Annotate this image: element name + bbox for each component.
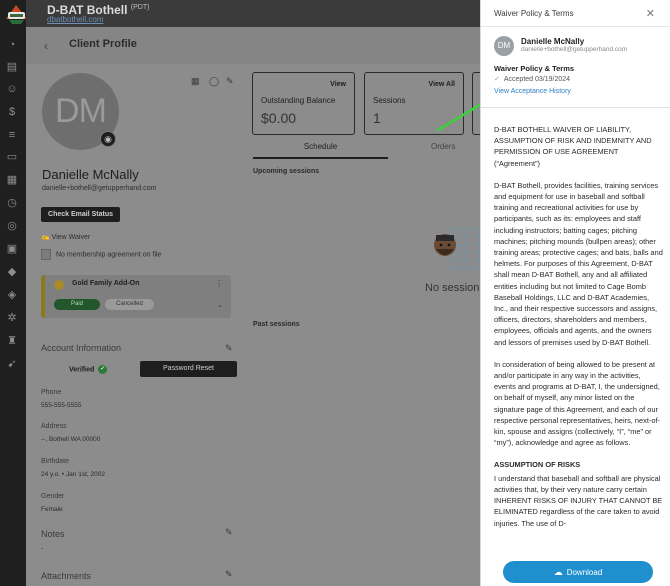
trophy-icon[interactable]: ♜ bbox=[5, 334, 19, 348]
sessions-title: Sessions bbox=[373, 96, 406, 105]
phone-value: 555-555-5555 bbox=[41, 402, 82, 409]
accepted-status: ✓ Accepted 03/19/2024 bbox=[494, 76, 571, 83]
calendar-icon[interactable]: ▦ bbox=[5, 173, 19, 187]
view-waiver-link[interactable]: ✍ View Waiver bbox=[41, 233, 90, 241]
client-name: Danielle McNally bbox=[42, 167, 139, 182]
drawer-header: Waiver Policy & Terms ✕ bbox=[481, 0, 670, 27]
qr-code-icon[interactable]: ▦ bbox=[191, 76, 200, 87]
notes-value: - bbox=[41, 545, 44, 552]
sessions-value: 1 bbox=[373, 110, 381, 126]
address-label: Address bbox=[41, 423, 67, 430]
camera-icon[interactable]: ◉ bbox=[100, 131, 116, 147]
edit-attachments-pencil-icon[interactable]: ✎ bbox=[225, 569, 233, 580]
tab-orders[interactable]: Orders bbox=[431, 140, 455, 154]
phone-label: Phone bbox=[41, 389, 62, 396]
outstanding-balance-card: View Outstanding Balance $0.00 bbox=[252, 72, 355, 135]
paid-badge: Paid bbox=[54, 299, 100, 310]
membership-name: Gold Family Add-On bbox=[72, 280, 140, 287]
gauge-icon[interactable]: ◷ bbox=[5, 196, 19, 210]
user-avatar: DM bbox=[494, 36, 514, 56]
divider bbox=[481, 107, 670, 108]
waiver-section-title: Waiver Policy & Terms bbox=[494, 64, 575, 73]
book-icon[interactable]: ▤ bbox=[5, 60, 19, 74]
account-information-heading: Account Information bbox=[41, 343, 122, 353]
client-email: danielle+bothell@getupperhand.com bbox=[42, 185, 157, 192]
birthdate-value: 24 y.o. • Jan 1st, 2002 bbox=[41, 471, 105, 478]
membership-note: No membership agreement on file bbox=[41, 249, 161, 260]
close-icon[interactable]: ✕ bbox=[646, 7, 655, 20]
password-reset-button[interactable]: Password Reset bbox=[140, 361, 237, 377]
cloud-download-icon: ☁ bbox=[553, 567, 563, 577]
tags-icon[interactable]: ◈ bbox=[5, 288, 19, 302]
chevron-down-icon[interactable]: ⌄ bbox=[217, 301, 223, 309]
view-acceptance-history-link[interactable]: View Acceptance History bbox=[494, 88, 571, 95]
membership-icon bbox=[54, 280, 64, 290]
check-circle-icon: ✓ bbox=[98, 365, 108, 374]
waiver-paragraph: In consideration of being allowed to be … bbox=[494, 359, 660, 448]
tag-icon[interactable]: ◆ bbox=[5, 265, 19, 279]
address-value: --, Bothell WA 00000 bbox=[41, 436, 101, 443]
people-icon[interactable]: ☺ bbox=[5, 82, 19, 96]
document-icon bbox=[41, 249, 51, 260]
drawer-footer: ☁ Download bbox=[481, 558, 670, 586]
rocket-icon[interactable]: ➹ bbox=[5, 357, 19, 371]
back-chevron-icon[interactable]: ‹ bbox=[44, 39, 48, 53]
chat-icon[interactable]: ▭ bbox=[5, 150, 19, 164]
coach-illustration bbox=[434, 228, 479, 270]
view-balance-link[interactable]: View bbox=[330, 81, 346, 88]
waiver-drawer: Waiver Policy & Terms ✕ DM Danielle McNa… bbox=[480, 0, 670, 586]
cancelled-badge: Cancelled bbox=[105, 299, 154, 310]
more-options-icon[interactable]: ⋮ bbox=[215, 279, 223, 288]
notes-heading: Notes bbox=[41, 529, 65, 539]
check-email-status-button[interactable]: Check Email Status bbox=[41, 207, 120, 222]
check-icon: ✓ bbox=[494, 76, 500, 83]
money-icon[interactable]: $ bbox=[5, 105, 19, 119]
membership-card: Gold Family Add-On ⋮ Paid Cancelled ⌄ bbox=[41, 275, 231, 318]
page-title: Client Profile bbox=[69, 38, 137, 50]
drawer-title: Waiver Policy & Terms bbox=[494, 9, 574, 18]
waiver-text: D-BAT BOTHELL WAIVER OF LIABILITY, ASSUM… bbox=[494, 124, 664, 554]
risks-heading: ASSUMPTION OF RISKS bbox=[494, 460, 581, 470]
site-link[interactable]: dbatbothell.com bbox=[47, 15, 103, 24]
view-all-sessions-link[interactable]: View All bbox=[429, 81, 455, 88]
dashboard-icon[interactable]: ◔ bbox=[5, 38, 19, 52]
tab-schedule[interactable]: Schedule bbox=[253, 140, 388, 159]
birthdate-label: Birthdate bbox=[41, 458, 70, 465]
risks-paragraph: I understand that baseball and softball … bbox=[494, 473, 663, 528]
edit-pencil-icon[interactable]: ✎ bbox=[226, 76, 234, 87]
outstanding-balance-title: Outstanding Balance bbox=[261, 96, 336, 105]
waiver-paragraph: D-BAT BOTHELL WAIVER OF LIABILITY, ASSUM… bbox=[494, 125, 652, 168]
edit-account-pencil-icon[interactable]: ✎ bbox=[225, 343, 233, 354]
waiver-paragraph: D-BAT Bothell, provides facilities, trai… bbox=[494, 180, 663, 347]
verified-status: Verified ✓ bbox=[69, 365, 108, 374]
gear-icon[interactable]: ✲ bbox=[5, 311, 19, 325]
download-button[interactable]: ☁ Download bbox=[503, 561, 653, 583]
main-content: ‹ Client Profile DM ◉ ▦ ◯ ✎ Danielle McN… bbox=[26, 27, 480, 586]
card-icon[interactable]: ▣ bbox=[5, 242, 19, 256]
message-icon[interactable]: ◯ bbox=[209, 76, 219, 87]
nav-rail: ◔ ▤ ☺ $ ≡ ▭ ▦ ◷ ◎ ▣ ◆ ◈ ✲ ♜ ➹ bbox=[0, 0, 27, 586]
top-bar: D-BAT Bothell (PDT) dbatbothell.com bbox=[26, 0, 480, 27]
edit-notes-pencil-icon[interactable]: ✎ bbox=[225, 527, 233, 538]
user-name: Danielle McNally bbox=[521, 37, 585, 46]
upcoming-sessions-label: Upcoming sessions bbox=[253, 168, 320, 175]
signature-icon: ✍ bbox=[41, 234, 50, 241]
sub-header: ‹ Client Profile bbox=[26, 27, 480, 64]
user-email: danielle+bothell@getupperhand.com bbox=[521, 46, 628, 53]
outstanding-balance-value: $0.00 bbox=[261, 110, 297, 126]
gender-value: Female bbox=[41, 506, 63, 513]
receipt-icon[interactable]: ≡ bbox=[5, 128, 19, 142]
gender-label: Gender bbox=[41, 493, 65, 500]
no-sessions-text: No session bbox=[425, 282, 480, 294]
past-sessions-label: Past sessions bbox=[253, 321, 300, 328]
attachments-heading: Attachments bbox=[41, 571, 92, 581]
globe-icon[interactable]: ◎ bbox=[5, 219, 19, 233]
